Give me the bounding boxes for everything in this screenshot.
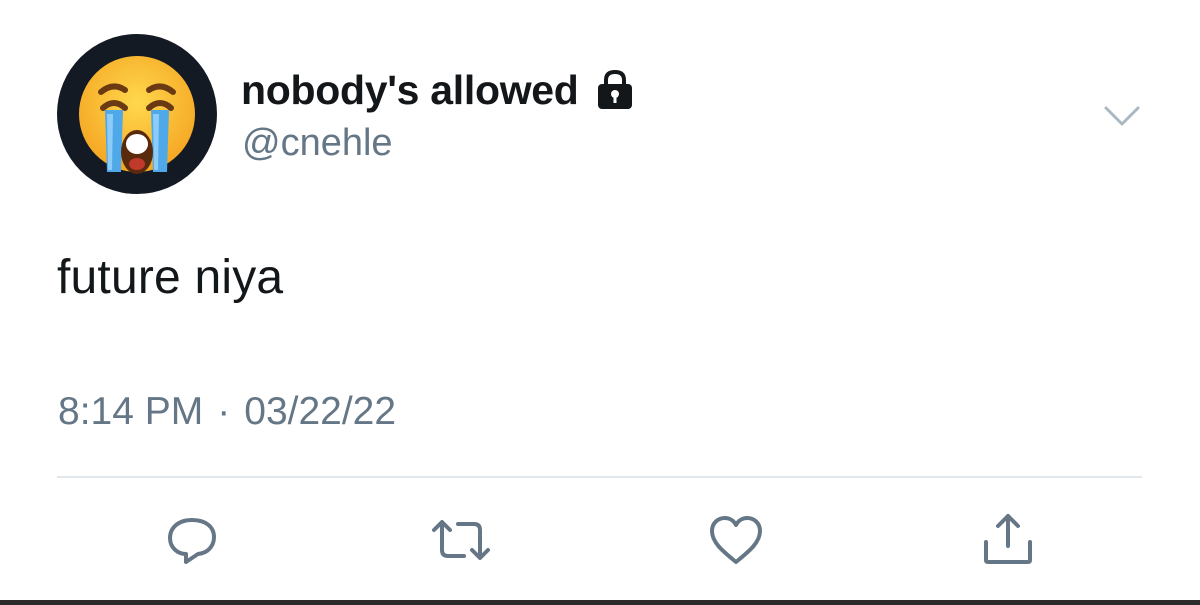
lock-icon: [593, 68, 637, 112]
tweet-text: future niya: [57, 251, 284, 304]
heart-icon: [710, 516, 762, 564]
reply-icon: [168, 518, 216, 564]
user-handle[interactable]: @cnehle: [242, 122, 393, 165]
timestamp-separator: ·: [217, 390, 231, 433]
share-icon: [984, 514, 1032, 564]
avatar[interactable]: [57, 34, 217, 194]
loudly-crying-face-icon: [79, 56, 195, 174]
chevron-down-icon[interactable]: [1102, 100, 1142, 130]
bottom-edge: [0, 600, 1200, 605]
like-button[interactable]: [706, 510, 766, 570]
timestamp[interactable]: 8:14 PM · 03/22/22: [58, 390, 396, 434]
divider: [57, 476, 1142, 478]
retweet-button[interactable]: [426, 510, 490, 570]
tweet-date: 03/22/22: [244, 390, 397, 433]
tweet-card: nobody's allowed @cnehle future niya 8:1…: [0, 0, 1200, 605]
display-name-row: nobody's allowed: [241, 62, 637, 118]
share-button[interactable]: [978, 510, 1038, 570]
display-name[interactable]: nobody's allowed: [241, 67, 579, 114]
tweet-time: 8:14 PM: [58, 390, 204, 433]
reply-button[interactable]: [162, 510, 222, 570]
retweet-icon: [432, 520, 490, 560]
